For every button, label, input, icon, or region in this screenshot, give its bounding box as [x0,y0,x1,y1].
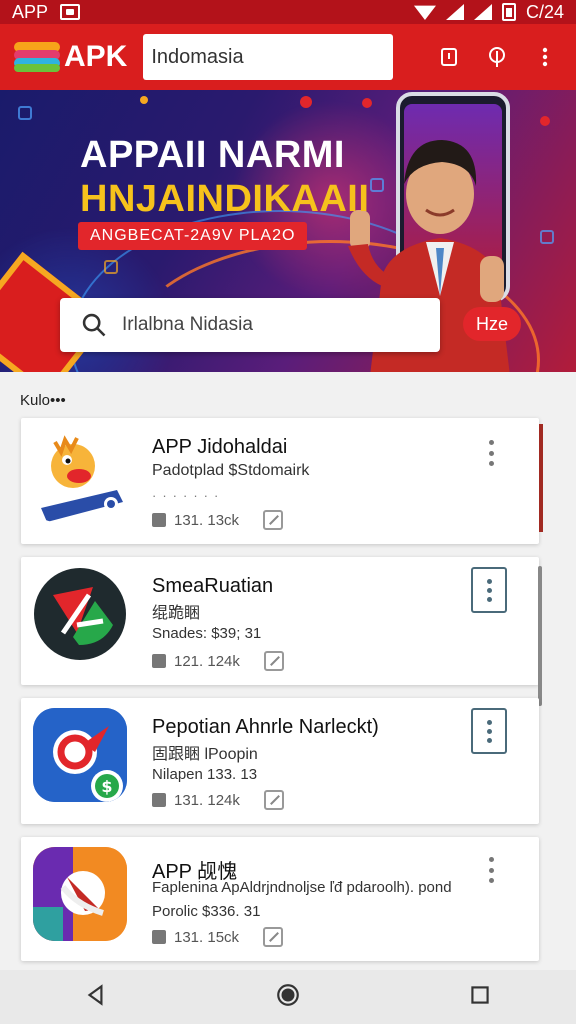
section-heading: Kulo••• [20,392,66,409]
app-menu-button[interactable] [471,708,507,754]
recents-icon [471,985,489,1004]
app-card[interactable]: SmeaRuatian 绲跪睏 Snades: $39; 31 121. 124… [21,557,539,685]
app-title: Pepotian Ahnrle Narleckt) [152,716,379,738]
app-subtitle: Padotplad $Stdomairk [152,462,310,479]
app-subtitle: 固跟睏 lPoopin [152,746,258,763]
notification-icon [441,48,457,66]
more-icon [542,47,548,67]
banner-pill-label: ANGBECAT-2A9V PLA2O [78,222,308,250]
banner-search-value: Irlalbna Nidasia [122,314,253,335]
scrollbar[interactable] [538,566,542,706]
app-meta: 131. 13ck [152,510,284,530]
banner-title-line1: APPAII NARMI [80,134,345,176]
notification-button[interactable] [432,40,466,74]
recents-button[interactable] [467,982,493,1013]
app-icon [33,847,127,941]
back-button[interactable] [83,982,109,1013]
app-meta-value: 131. 15ck [174,928,240,946]
app-icon [33,428,127,522]
edit-icon[interactable] [263,927,284,947]
app-meta: 131. 15ck [152,927,284,947]
wifi-icon [413,5,436,20]
app-menu-button[interactable] [489,440,495,466]
app-meta-value: 131. 124k [174,791,240,809]
app-meta-value: 131. 13ck [174,511,240,529]
dotted-divider: ······· [152,488,225,503]
edit-icon[interactable] [263,510,284,530]
edit-icon[interactable] [263,790,284,810]
app-screen: APP C/24 APK Indomasia APPAII NARMI HNJA… [0,0,576,1024]
search-icon [82,313,106,337]
app-card[interactable]: $ Pepotian Ahnrle Narleckt) 固跟睏 lPoopin … [21,698,539,824]
app-icon: $ [33,708,127,802]
app-meta: 131. 124k [152,790,284,810]
app-subtitle: Faplenina ApAldrjndnoljse ľđ pdaroolh). … [152,879,452,896]
status-app-label: APP [12,1,49,22]
home-button[interactable] [275,982,301,1013]
banner-search-input[interactable]: Irlalbna Nidasia [60,298,440,352]
svg-text:$: $ [101,777,112,796]
app-title: SmeaRuatian [152,575,274,597]
banner-title-line2: HNJAINDIKAAII [80,178,370,220]
download-icon [152,793,166,807]
status-time: C/24 [525,1,564,22]
app-card[interactable]: APP Jidohaldai Padotplad $Stdomairk ····… [21,418,543,544]
promo-banner[interactable]: APPAII NARMI HNJAINDIKAAII ANGBECAT-2A9V… [0,90,576,372]
logo-text: APK [64,40,128,73]
signal-icon [445,4,464,20]
app-detail: Porolic $336. 31 [152,903,261,920]
download-icon [152,654,166,668]
apk-logo[interactable]: APK [14,40,127,74]
location-button[interactable] [480,40,514,74]
app-meta: 121. 124k [152,651,284,671]
back-icon [87,983,103,1006]
app-subtitle: 绲跪睏 [152,605,201,622]
gallery-icon [60,4,81,20]
app-detail: Nilapen 133. 13 [152,766,258,783]
home-icon [277,983,299,1006]
location-icon [489,47,505,67]
app-icon [33,567,127,661]
app-menu-button[interactable] [471,567,507,613]
app-card[interactable]: APP 觇愧 Faplenina ApAldrjndnoljse ľđ pdar… [21,837,539,961]
top-search-input[interactable]: Indomasia [143,34,394,80]
signal-icon-2 [473,4,492,20]
logo-mark-icon [14,42,60,72]
edit-icon[interactable] [263,651,284,671]
app-detail: Snades: $39; 31 [152,625,262,642]
app-menu-button[interactable] [489,857,495,883]
navigation-bar [0,970,576,1024]
download-icon [152,513,166,527]
download-icon [152,930,166,944]
app-meta-value: 121. 124k [174,652,240,670]
status-bar: APP C/24 [0,0,576,24]
card-edge [539,424,543,532]
app-bar: APK Indomasia [0,24,576,90]
app-title: APP Jidohaldai [152,436,288,458]
battery-icon [501,3,516,21]
banner-go-button[interactable]: Hze [463,307,521,341]
top-search-value: Indomasia [151,45,244,68]
more-button[interactable] [528,40,562,74]
